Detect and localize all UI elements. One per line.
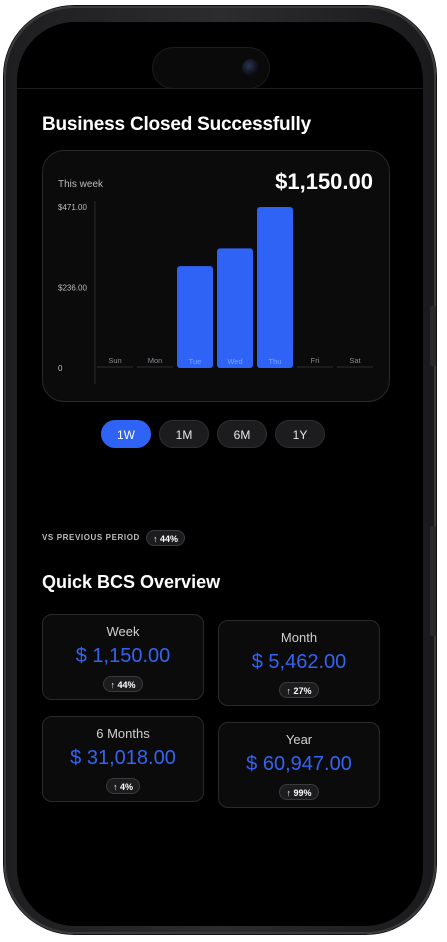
divider: [17, 88, 423, 89]
x-tick-label: Thu: [269, 357, 282, 366]
stat-card-6-months[interactable]: 6 Months $ 31,018.00 ↑ 4%: [42, 716, 204, 802]
stat-label: Week: [106, 624, 140, 639]
camera-icon: [242, 59, 259, 76]
bar-fri[interactable]: [297, 366, 333, 368]
stat-card-year[interactable]: Year $ 60,947.00 ↑ 99%: [218, 722, 380, 808]
total-amount: $1,150.00: [275, 169, 373, 194]
change-badge: ↑ 44%: [146, 530, 186, 546]
stat-value: $ 60,947.00: [246, 753, 352, 775]
phone-frame: Business Closed Successfully $471.00 $236…: [4, 6, 436, 934]
bar-sat[interactable]: [337, 366, 373, 368]
x-tick-label: Sun: [108, 356, 121, 365]
x-tick-label: Fri: [311, 356, 320, 365]
x-tick-label: Tue: [189, 357, 202, 366]
x-tick-label: Mon: [148, 356, 163, 365]
stage: Business Closed Successfully $471.00 $236…: [0, 0, 447, 942]
bar-thu[interactable]: [257, 207, 293, 368]
stat-value: $ 31,018.00: [70, 747, 176, 769]
stat-card-week[interactable]: Week $ 1,150.00 ↑ 44%: [42, 614, 204, 700]
y-tick-label: $236.00: [58, 283, 87, 292]
x-tick-label: Wed: [227, 357, 242, 366]
bar-tue[interactable]: [177, 266, 213, 368]
range-option-1w[interactable]: 1W: [101, 420, 151, 448]
stat-card-month[interactable]: Month $ 5,462.00 ↑ 27%: [218, 620, 380, 706]
change-badge: ↑ 27%: [279, 682, 319, 698]
dynamic-island: [153, 48, 269, 88]
range-selector: 1W 1M 6M 1Y: [101, 420, 341, 450]
period-label: This week: [58, 179, 104, 190]
change-badge: ↑ 4%: [105, 778, 140, 794]
change-badge: ↑ 44%: [103, 676, 143, 692]
stat-label: 6 Months: [96, 726, 150, 741]
overview-title: Quick BCS Overview: [42, 572, 221, 592]
side-button: [430, 526, 436, 636]
stat-label: Month: [280, 630, 318, 645]
bar-mon[interactable]: [137, 366, 173, 368]
bar-sun[interactable]: [97, 366, 133, 368]
range-option-1m[interactable]: 1M: [159, 420, 209, 448]
stat-label: Year: [285, 732, 313, 747]
x-tick-label: Sat: [349, 356, 361, 365]
y-tick-label: 0: [58, 364, 63, 373]
comparison-label: VS PREVIOUS PERIOD: [42, 533, 140, 542]
page-title: Business Closed Successfully: [42, 114, 311, 135]
stat-value: $ 1,150.00: [75, 645, 171, 667]
chart-card: $471.00 $236.00 0 Sun Mon Tue Wed Thu Fri Sat Thi…: [42, 150, 390, 402]
change-badge: ↑ 99%: [279, 784, 319, 800]
range-option-1y[interactable]: 1Y: [275, 420, 325, 448]
y-tick-label: $471.00: [58, 203, 87, 212]
side-button: [430, 306, 436, 366]
screen: Business Closed Successfully $471.00 $236…: [17, 22, 423, 926]
range-option-6m[interactable]: 6M: [217, 420, 267, 448]
stat-value: $ 5,462.00: [251, 651, 347, 673]
bar-wed[interactable]: [217, 248, 253, 368]
